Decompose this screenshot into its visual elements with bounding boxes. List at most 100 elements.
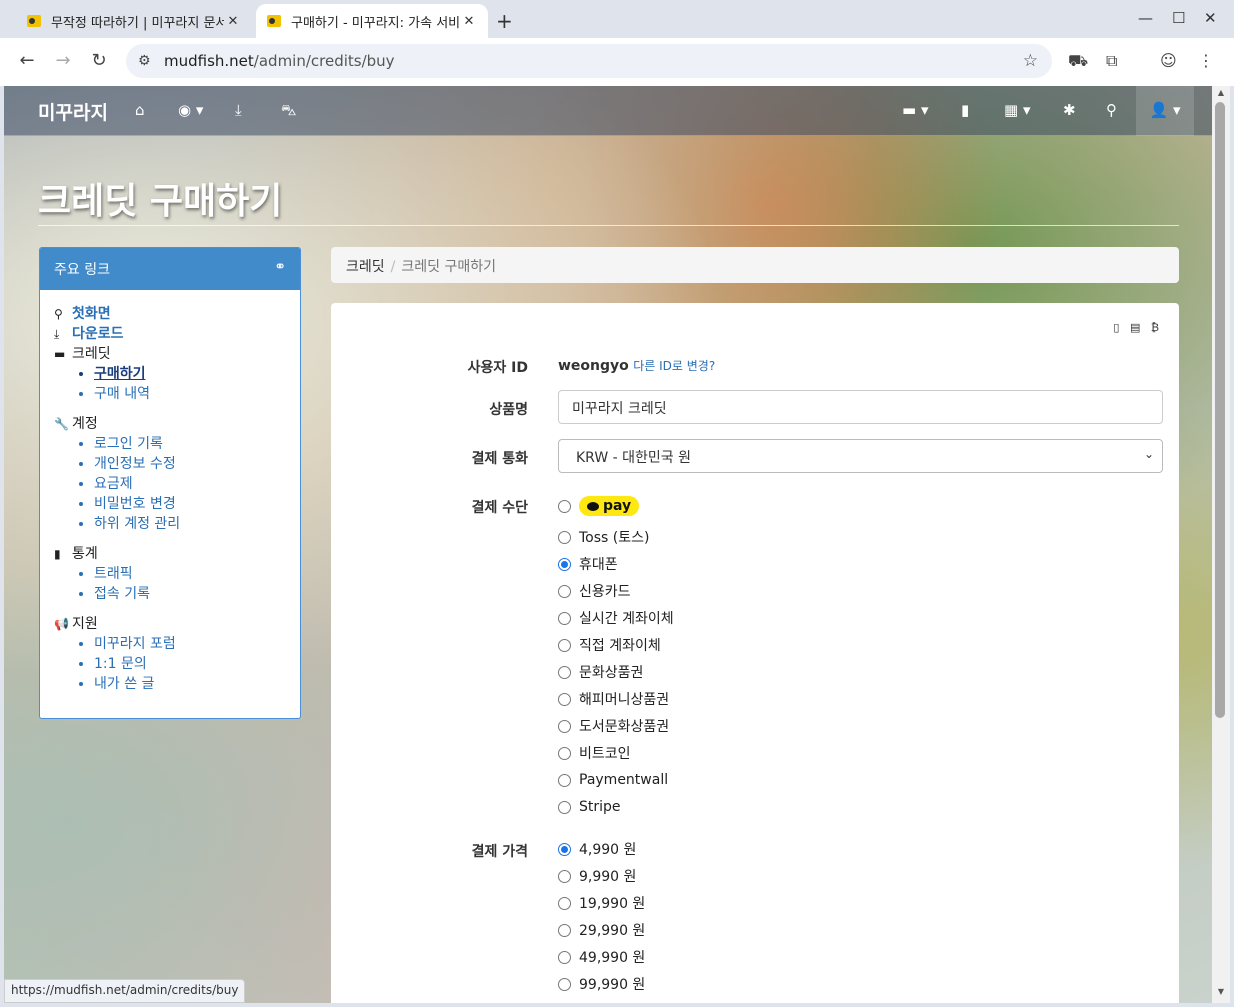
payment-method-bitcoin[interactable]: 비트코인: [558, 743, 631, 763]
sidebar-item-login-history[interactable]: 로그인 기록: [94, 434, 286, 454]
payment-method-toss[interactable]: Toss (토스): [558, 527, 649, 547]
download-icon[interactable]: ⤓: [235, 101, 242, 119]
credit-card-icon: ▬: [54, 347, 66, 361]
radio-button[interactable]: [558, 692, 571, 706]
bookmark-star-icon[interactable]: ☆: [1023, 51, 1038, 71]
tab-buy[interactable]: 구매하기 - 미꾸라지: 가속 서비스 ✕: [256, 4, 488, 38]
user-dropdown-icon[interactable]: 👤 ▾: [1136, 86, 1194, 136]
chat-dropdown-icon[interactable]: ▬ ▾: [902, 101, 928, 119]
option-label: 99,990 원: [579, 977, 646, 993]
price-option[interactable]: 4,990 원: [558, 839, 636, 859]
mobile-icon[interactable]: ▯: [1113, 321, 1119, 334]
option-label: 29,990 원: [579, 923, 646, 939]
radio-button[interactable]: [558, 842, 571, 856]
price-option[interactable]: 29,990 원: [558, 920, 645, 940]
sidebar-item-forum[interactable]: 미꾸라지 포럼: [94, 634, 286, 654]
maximize-icon[interactable]: ☐: [1172, 9, 1185, 27]
payment-method-stripe[interactable]: Stripe: [558, 797, 621, 817]
payment-method-culture-voucher[interactable]: 문화상품권: [558, 662, 643, 682]
sidebar-item-subaccounts[interactable]: 하위 계정 관리: [94, 514, 286, 534]
scroll-up-icon[interactable]: ▲: [1212, 88, 1230, 97]
scrollbar-thumb[interactable]: [1215, 102, 1225, 718]
sidebar-item-change-password[interactable]: 비밀번호 변경: [94, 494, 286, 514]
radio-button[interactable]: [558, 499, 571, 513]
payment-method-phone[interactable]: 휴대폰: [558, 554, 618, 574]
address-bar[interactable]: ⚙ mudfish.net/admin/credits/buy ☆: [126, 44, 1052, 78]
sidebar-item-inquiry[interactable]: 1:1 문의: [94, 654, 286, 674]
price-option[interactable]: 49,990 원: [558, 947, 645, 967]
forward-icon[interactable]: →: [51, 50, 75, 71]
book-icon[interactable]: ▮: [961, 101, 969, 119]
radio-button[interactable]: [558, 584, 571, 598]
radio-button[interactable]: [558, 773, 571, 787]
new-tab-icon[interactable]: +: [496, 9, 513, 33]
site-info-icon[interactable]: ⚙: [138, 53, 160, 69]
map-marker-icon[interactable]: ⚲: [1106, 101, 1117, 119]
price-option[interactable]: 99,990 원: [558, 974, 645, 994]
payment-method-card[interactable]: 신용카드: [558, 581, 631, 601]
option-label: 직접 계좌이체: [579, 638, 661, 654]
product-input[interactable]: 미꾸라지 크레딧: [558, 390, 1163, 424]
radio-button[interactable]: [558, 746, 571, 760]
globe-dropdown-icon[interactable]: ◉ ▾: [178, 101, 203, 119]
site-brand[interactable]: 미꾸라지: [38, 98, 108, 125]
sidebar-item-buy[interactable]: 구매하기: [94, 364, 286, 384]
scroll-down-icon[interactable]: ▼: [1212, 987, 1230, 996]
sidebar-title: 주요 링크: [54, 262, 110, 278]
currency-select[interactable]: KRW - 대한민국 원 ⌄: [558, 439, 1163, 473]
reload-icon[interactable]: ↻: [87, 50, 111, 71]
sidebar-item-profile-edit[interactable]: 개인정보 수정: [94, 454, 286, 474]
puzzle-icon[interactable]: ⧉: [1106, 51, 1117, 71]
tab-bar: 무작정 따라하기 | 미꾸라지 문서 ✕ 구매하기 - 미꾸라지: 가속 서비스…: [0, 0, 1234, 38]
bitcoin-icon[interactable]: ₿: [1151, 321, 1159, 334]
asterisk-icon[interactable]: ✱: [1063, 101, 1076, 119]
sidebar-item-plans[interactable]: 요금제: [94, 474, 286, 494]
extension-icon[interactable]: ⛟: [1068, 51, 1088, 72]
close-window-icon[interactable]: ✕: [1204, 9, 1217, 27]
radio-button[interactable]: [558, 800, 571, 814]
option-label: Paymentwall: [579, 772, 669, 788]
minimize-icon[interactable]: —: [1138, 9, 1153, 27]
price-option[interactable]: 9,990 원: [558, 866, 636, 886]
payment-method-direct-transfer[interactable]: 직접 계좌이체: [558, 635, 661, 655]
cart-icon[interactable]: ⛍: [281, 101, 296, 121]
profile-avatar-icon[interactable]: ☺: [1160, 51, 1177, 70]
payment-method-happymoney[interactable]: 해피머니상품권: [558, 689, 669, 709]
home-icon[interactable]: ⌂: [135, 101, 145, 119]
sidebar-item-purchase-history[interactable]: 구매 내역: [94, 384, 286, 404]
radio-button[interactable]: [558, 638, 571, 652]
payment-method-book-voucher[interactable]: 도서문화상품권: [558, 716, 669, 736]
payment-method-realtime-transfer[interactable]: 실시간 계좌이체: [558, 608, 674, 628]
radio-button[interactable]: [558, 896, 571, 910]
menu-kebab-icon[interactable]: ⋮: [1198, 51, 1214, 70]
sidebar-link-download[interactable]: 다운로드: [72, 324, 124, 344]
radio-button[interactable]: [558, 950, 571, 964]
radio-button[interactable]: [558, 557, 571, 571]
chevron-down-icon: ⌄: [1143, 447, 1154, 461]
sidebar-item-connection-log[interactable]: 접속 기록: [94, 584, 286, 604]
tab-docs[interactable]: 무작정 따라하기 | 미꾸라지 문서 ✕: [16, 4, 252, 38]
option-label: Stripe: [579, 799, 621, 815]
price-option[interactable]: 19,990 원: [558, 893, 645, 913]
sidebar-link-home[interactable]: 첫화면: [72, 304, 111, 324]
radio-button[interactable]: [558, 977, 571, 991]
mudfish-favicon-icon: [27, 15, 41, 27]
change-id-link[interactable]: 다른 ID로 변경?: [633, 359, 715, 373]
apps-grid-dropdown-icon[interactable]: ▦ ▾: [1004, 101, 1030, 119]
radio-button[interactable]: [558, 719, 571, 733]
close-tab-icon[interactable]: ✕: [460, 14, 478, 29]
sidebar-item-traffic[interactable]: 트래픽: [94, 564, 286, 584]
payment-method-paymentwall[interactable]: Paymentwall: [558, 770, 668, 790]
back-icon[interactable]: ←: [15, 50, 39, 71]
option-label: 도서문화상품권: [579, 719, 670, 735]
archive-icon[interactable]: ▤: [1130, 321, 1140, 334]
breadcrumb-root[interactable]: 크레딧: [346, 259, 385, 275]
sidebar-item-my-posts[interactable]: 내가 쓴 글: [94, 674, 286, 694]
radio-button[interactable]: [558, 611, 571, 625]
payment-method-kakaopay[interactable]: pay: [558, 496, 640, 516]
radio-button[interactable]: [558, 869, 571, 883]
radio-button[interactable]: [558, 665, 571, 679]
radio-button[interactable]: [558, 530, 571, 544]
radio-button[interactable]: [558, 923, 571, 937]
close-tab-icon[interactable]: ✕: [224, 14, 242, 29]
